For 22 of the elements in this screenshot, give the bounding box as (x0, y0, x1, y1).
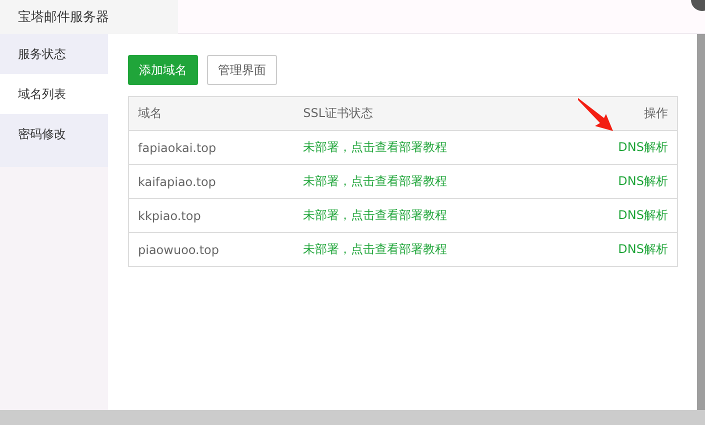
domain-text: kkpiao.top (138, 208, 201, 222)
domain-text: piaowuoo.top (138, 242, 220, 256)
dns-link[interactable]: DNS解析 (618, 208, 668, 222)
domain-text: kaifapiao.top (138, 174, 216, 188)
dns-link[interactable]: DNS解析 (618, 242, 668, 256)
dns-link[interactable]: DNS解析 (618, 140, 668, 154)
ssl-status-link[interactable]: 未部署，点击查看部署教程 (303, 140, 448, 154)
dns-link[interactable]: DNS解析 (618, 174, 668, 188)
manage-button[interactable]: 管理界面 (207, 55, 277, 85)
column-header: SSL证书状态 (294, 96, 564, 130)
ssl-status-link[interactable]: 未部署，点击查看部署教程 (303, 208, 448, 222)
ssl-status-link[interactable]: 未部署，点击查看部署教程 (303, 174, 448, 188)
scrollbar[interactable] (697, 34, 705, 410)
ssl-status-link[interactable]: 未部署，点击查看部署教程 (303, 242, 448, 256)
column-header: 操作 (564, 96, 678, 130)
sidebar-item[interactable]: 服务状态 (0, 34, 108, 74)
domain-text: fapiaokai.top (138, 140, 216, 154)
add-domain-button[interactable]: 添加域名 (128, 55, 198, 85)
sidebar-item[interactable]: 密码修改 (0, 114, 108, 154)
annotation-arrow-icon (578, 98, 614, 132)
sidebar-item[interactable]: 域名列表 (0, 74, 108, 114)
column-header: 域名 (128, 96, 294, 130)
